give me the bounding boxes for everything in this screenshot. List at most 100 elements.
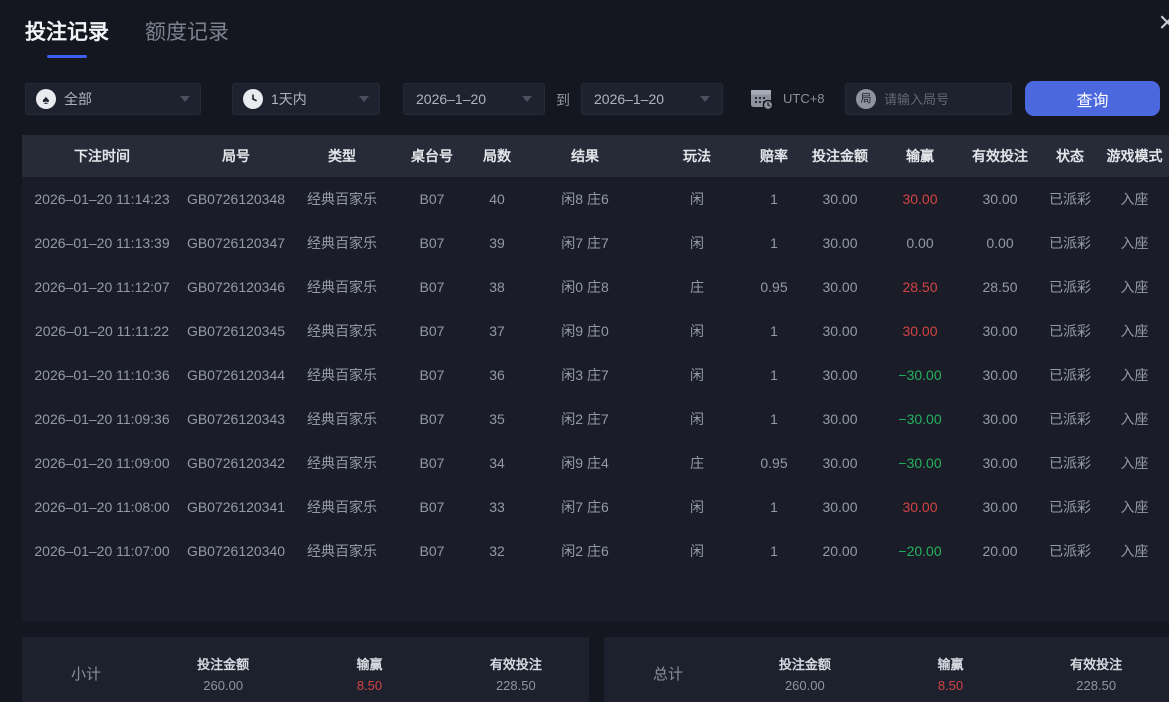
date-to-picker[interactable]: 2026–1–20 [581,83,723,115]
column-header: 桌台号 [411,148,453,164]
cell-winloss: 28.50 [902,279,938,295]
cell-valid-bet: 28.50 [982,279,1018,295]
cell-round-no: GB0726120341 [186,499,286,515]
tab-bar: 投注记录 额度记录 [25,16,229,58]
cell-round-count: 32 [489,543,505,559]
cell-winloss: 30.00 [902,499,938,515]
cell-status: 已派彩 [1049,499,1091,515]
spade-icon: ♠ [36,89,56,109]
column-header: 状态 [1056,148,1084,164]
cell-status: 已派彩 [1049,323,1091,339]
cell-bet-amount: 20.00 [822,543,858,559]
cell-bet-time: 2026–01–20 11:09:36 [34,411,170,427]
time-range-value: 1天内 [271,91,307,107]
cell-play: 庄 [690,455,704,471]
close-icon[interactable]: × [1158,8,1169,38]
cell-game-mode: 入座 [1120,499,1149,515]
table-row: 2026–01–20 11:08:00 GB0726120341 经典百家乐 B… [22,485,1169,529]
cell-valid-bet: 30.00 [982,411,1018,427]
cell-status: 已派彩 [1049,191,1091,207]
cell-winloss: 30.00 [902,323,938,339]
round-icon: 局 [856,89,876,109]
chevron-down-icon [359,96,369,102]
date-from-picker[interactable]: 2026–1–20 [403,83,545,115]
cell-bet-amount: 30.00 [822,499,858,515]
cell-bet-amount: 30.00 [822,455,858,471]
cell-round-no: GB0726120342 [186,455,286,471]
cell-table-no: B07 [419,323,445,339]
column-header: 类型 [328,148,356,164]
subtotal-winloss-label: 输赢 [356,656,383,672]
column-header: 输赢 [906,148,934,164]
cell-round-no: GB0726120347 [186,235,286,251]
table-row: 2026–01–20 11:13:39 GB0726120347 经典百家乐 B… [22,221,1169,265]
cell-winloss: −20.00 [898,543,942,559]
calendar-clock-icon[interactable] [748,85,774,111]
game-type-value: 全部 [64,91,92,107]
timezone-indicator: UTC+8 [748,85,825,111]
cell-game-type: 经典百家乐 [307,499,377,515]
active-tab-underline [47,55,87,58]
cell-result: 闲2 庄6 [561,543,609,559]
cell-round-no: GB0726120348 [186,191,286,207]
subtotal-title: 小计 [70,665,101,683]
cell-game-mode: 入座 [1120,543,1149,559]
cell-game-type: 经典百家乐 [307,455,377,471]
column-header: 有效投注 [972,148,1028,164]
subtotal-winloss: 输赢 8.50 [296,654,442,693]
query-button[interactable]: 查询 [1025,81,1160,116]
cell-round-count: 38 [489,279,505,295]
cell-result: 闲9 庄0 [561,323,609,339]
cell-game-mode: 入座 [1120,455,1149,471]
time-range-dropdown[interactable]: 1天内 [232,83,380,115]
cell-odds: 1 [770,367,778,383]
cell-status: 已派彩 [1049,543,1091,559]
column-header: 结果 [571,148,599,164]
cell-game-mode: 入座 [1120,279,1149,295]
cell-play: 闲 [690,191,704,207]
cell-odds: 0.95 [760,279,788,295]
cell-winloss: 30.00 [902,191,938,207]
cell-bet-time: 2026–01–20 11:08:00 [34,499,170,515]
cell-odds: 1 [770,323,778,339]
cell-result: 闲9 庄4 [561,455,609,471]
cell-status: 已派彩 [1049,411,1091,427]
cell-valid-bet: 20.00 [982,543,1018,559]
cell-bet-time: 2026–01–20 11:12:07 [34,279,170,295]
cell-bet-amount: 30.00 [822,367,858,383]
cell-valid-bet: 30.00 [982,191,1018,207]
table-row: 2026–01–20 11:09:36 GB0726120343 经典百家乐 B… [22,397,1169,441]
round-number-input[interactable] [884,91,994,107]
cell-bet-amount: 30.00 [822,235,858,251]
cell-game-type: 经典百家乐 [307,323,377,339]
cell-bet-time: 2026–01–20 11:13:39 [34,235,170,251]
cell-odds: 1 [770,499,778,515]
tab-quota-records[interactable]: 额度记录 [145,16,229,58]
cell-bet-amount: 30.00 [822,279,858,295]
subtotal-valid-bet: 有效投注 228.50 [443,654,589,693]
cell-bet-time: 2026–01–20 11:07:00 [34,543,170,559]
total-panel: 总计 投注金额 260.00 输赢 8.50 有效投注 228.50 [604,637,1169,702]
tab-bet-records[interactable]: 投注记录 [25,16,109,58]
cell-valid-bet: 30.00 [982,455,1018,471]
round-number-field: 局 [845,83,1012,115]
column-header: 赔率 [760,148,788,164]
tab-quota-records-label: 额度记录 [145,21,229,44]
cell-round-no: GB0726120343 [186,411,286,427]
cell-winloss: −30.00 [898,455,942,471]
column-header: 局数 [483,148,511,164]
cell-game-type: 经典百家乐 [307,543,377,559]
cell-round-count: 40 [489,191,505,207]
column-header: 游戏模式 [1106,148,1163,164]
subtotal-bet-amount: 投注金额 260.00 [150,654,296,693]
cell-game-type: 经典百家乐 [307,235,377,251]
filter-bar: ♠ 全部 1天内 2026–1–20 到 2026–1–20 UTC+8 局 请… [0,81,1169,116]
cell-play: 闲 [690,543,704,559]
cell-game-type: 经典百家乐 [307,279,377,295]
cell-odds: 1 [770,191,778,207]
cell-result: 闲2 庄7 [561,411,609,427]
cell-play: 闲 [690,499,704,515]
table-header: 下注时间 局号 类型 桌台号 局数 结果 玩法 赔率 投注金额 输赢 有效投注 状态 游戏模式 [22,135,1169,177]
game-type-dropdown[interactable]: ♠ 全部 [25,83,201,115]
total-valid-label: 有效投注 [1070,656,1123,672]
